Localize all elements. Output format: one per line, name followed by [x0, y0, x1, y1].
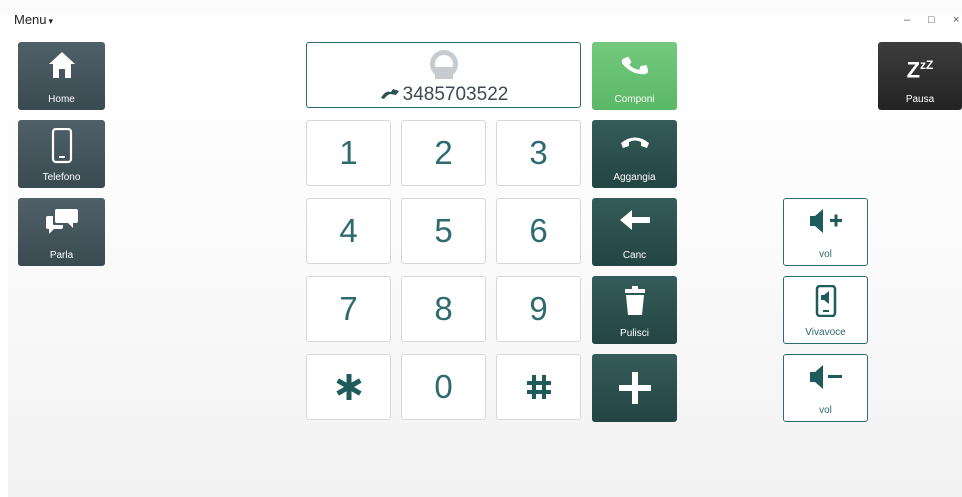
menu-button[interactable]: Menu ▾ — [14, 12, 53, 29]
speaker-button[interactable]: Vivavoce — [783, 276, 868, 344]
key-8[interactable]: 8 — [401, 276, 486, 342]
title-bar — [0, 0, 962, 14]
call-button[interactable]: Componi — [592, 42, 677, 110]
trash-icon — [592, 286, 677, 316]
nav-telefono-label: Telefono — [42, 172, 81, 183]
avatar-icon — [429, 49, 459, 84]
volume-down-icon — [784, 363, 867, 391]
sleep-icon: ZzZ — [906, 57, 934, 83]
key-4[interactable]: 4 — [306, 198, 391, 264]
chat-icon — [18, 206, 105, 236]
home-icon — [18, 50, 105, 80]
nav-home-label: Home — [48, 94, 75, 105]
hangup-icon — [592, 130, 677, 154]
key-9[interactable]: 9 — [496, 276, 581, 342]
plus-icon — [592, 371, 677, 405]
delete-label: Canc — [622, 250, 647, 261]
nav-home-button[interactable]: Home — [18, 42, 105, 110]
chevron-down-icon: ▾ — [48, 16, 54, 26]
nav-telefono-button[interactable]: Telefono — [18, 120, 105, 188]
key-6[interactable]: 6 — [496, 198, 581, 264]
arrow-left-icon — [592, 208, 677, 232]
delete-button[interactable]: Canc — [592, 198, 677, 266]
key-7[interactable]: 7 — [306, 276, 391, 342]
minimize-button[interactable]: – — [904, 14, 910, 26]
key-3[interactable]: 3 — [496, 120, 581, 186]
plus-button[interactable] — [592, 354, 677, 422]
clear-button[interactable]: Pulisci — [592, 276, 677, 344]
key-hash[interactable] — [496, 354, 581, 420]
clear-label: Pulisci — [620, 328, 649, 339]
menu-label: Menu — [14, 12, 47, 27]
phone-call-icon — [592, 52, 677, 80]
close-button[interactable]: × — [953, 14, 959, 26]
key-1[interactable]: 1 — [306, 120, 391, 186]
key-star[interactable] — [306, 354, 391, 420]
speakerphone-icon — [784, 285, 867, 317]
volume-up-label: vol — [819, 249, 832, 260]
hangup-button[interactable]: Aggangia — [592, 120, 677, 188]
number-display: 3485703522 — [306, 42, 581, 108]
volume-up-icon — [784, 207, 867, 235]
phone-number: 3485703522 — [402, 84, 509, 106]
pause-button[interactable]: ZzZ Pausa — [878, 42, 962, 110]
key-0[interactable]: 0 — [401, 354, 486, 420]
maximize-button[interactable]: □ — [928, 14, 935, 26]
key-2[interactable]: 2 — [401, 120, 486, 186]
speaker-label: Vivavoce — [805, 327, 846, 338]
asterisk-icon — [335, 374, 362, 400]
hash-icon — [526, 375, 551, 399]
volume-down-label: vol — [819, 405, 832, 416]
nav-parla-label: Parla — [49, 250, 74, 261]
hangup-label: Aggangia — [613, 172, 656, 183]
nav-parla-button[interactable]: Parla — [18, 198, 105, 266]
volume-down-button[interactable]: vol — [783, 354, 868, 422]
pause-label: Pausa — [905, 94, 935, 105]
call-label: Componi — [614, 94, 655, 105]
phone-handset-icon — [379, 84, 401, 106]
volume-up-button[interactable]: vol — [783, 198, 868, 266]
key-5[interactable]: 5 — [401, 198, 486, 264]
phone-icon — [18, 128, 105, 164]
